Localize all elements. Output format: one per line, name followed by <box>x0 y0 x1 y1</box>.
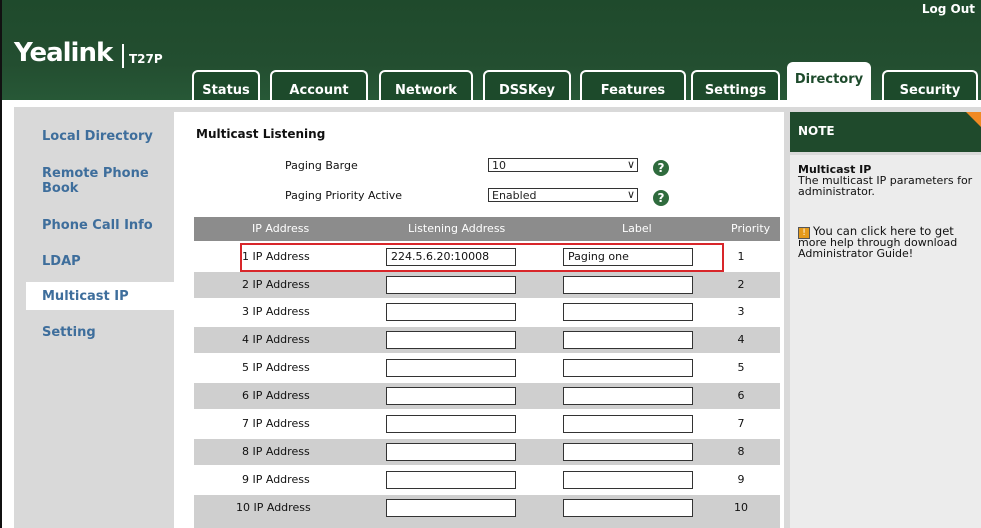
tab-network[interactable]: Network <box>379 70 473 100</box>
chevron-down-icon: ∨ <box>626 158 635 171</box>
label-input[interactable] <box>563 443 693 461</box>
tab-label: DSSKey <box>498 83 556 98</box>
tab-directory[interactable]: Directory <box>787 62 871 100</box>
sidebar-item-multicast-ip[interactable]: Multicast IP <box>26 282 174 310</box>
priority-value: 7 <box>737 417 745 430</box>
priority-value: 9 <box>737 473 745 486</box>
column-header-listening-address: Listening Address <box>408 222 506 235</box>
sidebar-item-local-directory[interactable]: Local Directory <box>42 129 190 144</box>
listening-address-input[interactable] <box>386 303 516 321</box>
table-row: 10 IP Address 10 <box>194 495 780 528</box>
table-row: 5 IP Address 5 <box>194 355 780 381</box>
table-row: 2 IP Address 2 <box>194 272 780 298</box>
column-header-label: Label <box>622 222 652 235</box>
tab-features[interactable]: Features <box>580 70 686 100</box>
label-input[interactable] <box>563 303 693 321</box>
tab-label: Directory <box>794 72 864 87</box>
row-label: 3 IP Address <box>242 305 310 318</box>
priority-value: 2 <box>737 278 745 291</box>
column-header-priority: Priority <box>731 222 771 235</box>
help-icon[interactable]: ? <box>653 160 669 176</box>
table-row: 7 IP Address 7 <box>194 411 780 437</box>
sidebar-item-setting[interactable]: Setting <box>42 325 190 340</box>
chevron-down-icon: ∨ <box>626 188 635 201</box>
priority-value: 10 <box>734 501 748 514</box>
help-text[interactable]: Administrator Guide! <box>798 248 913 259</box>
note-body <box>790 155 981 528</box>
note-title: NOTE <box>798 124 835 138</box>
priority-value: 5 <box>737 361 745 374</box>
tab-dsskey[interactable]: DSSKey <box>483 70 571 100</box>
row-label: 2 IP Address <box>242 278 310 291</box>
paging-barge-label: Paging Barge <box>285 159 358 172</box>
tab-status[interactable]: Status <box>192 70 260 100</box>
listening-address-input[interactable] <box>386 499 516 517</box>
priority-value: 8 <box>737 445 745 458</box>
tab-account[interactable]: Account <box>270 70 368 100</box>
label-input[interactable] <box>563 276 693 294</box>
table-row: 4 IP Address 4 <box>194 327 780 353</box>
listening-address-input[interactable] <box>386 471 516 489</box>
listening-address-input[interactable] <box>386 387 516 405</box>
tab-label: Features <box>600 83 666 98</box>
tab-label: Status <box>202 83 250 98</box>
sidebar-item-ldap[interactable]: LDAP <box>42 254 190 269</box>
priority-value: 4 <box>737 333 745 346</box>
listening-address-input[interactable] <box>386 359 516 377</box>
row-label: 5 IP Address <box>242 361 310 374</box>
row-label: 6 IP Address <box>242 389 310 402</box>
row-label: 8 IP Address <box>242 445 310 458</box>
priority-value: 1 <box>737 250 745 263</box>
select-value: 10 <box>492 159 506 172</box>
table-row: 3 IP Address 3 <box>194 299 780 325</box>
row-label: 10 IP Address <box>236 501 311 514</box>
priority-value: 3 <box>737 305 745 318</box>
section-title: Multicast Listening <box>196 127 326 141</box>
browser-frame: Yealink T27P Log Out Status Account Netw… <box>0 0 981 528</box>
paging-barge-select[interactable]: 10 ∨ <box>488 158 638 172</box>
tab-security[interactable]: Security <box>882 70 978 100</box>
label-input[interactable] <box>563 471 693 489</box>
tabbar-divider <box>2 100 981 107</box>
table-row: 9 IP Address 9 <box>194 467 780 493</box>
listening-address-input[interactable] <box>386 415 516 433</box>
column-header-ip-address: IP Address <box>252 222 310 235</box>
label-input[interactable] <box>563 415 693 433</box>
tab-label: Account <box>289 83 349 98</box>
row-label: 4 IP Address <box>242 333 310 346</box>
tab-label: Network <box>395 83 457 98</box>
listening-address-input[interactable] <box>386 443 516 461</box>
model-label: T27P <box>129 52 163 66</box>
table-row: 6 IP Address 6 <box>194 383 780 409</box>
label-input[interactable] <box>563 359 693 377</box>
paging-priority-select[interactable]: Enabled ∨ <box>488 188 638 202</box>
listening-address-input[interactable] <box>386 331 516 349</box>
table-header: IP Address Listening Address Label Prior… <box>194 217 780 241</box>
sidebar-item-phone-call-info[interactable]: Phone Call Info <box>42 218 190 233</box>
brand-logo: Yealink <box>14 38 113 68</box>
listening-address-input[interactable] <box>386 276 516 294</box>
tab-label: Settings <box>704 83 767 98</box>
label-input[interactable] <box>563 331 693 349</box>
logout-link[interactable]: Log Out <box>922 2 975 16</box>
label-input[interactable] <box>563 387 693 405</box>
sidebar-item-remote-phone-book[interactable]: Remote Phone Book <box>42 166 162 196</box>
tab-label: Security <box>899 83 961 98</box>
label-input[interactable] <box>563 499 693 517</box>
table-row: 8 IP Address 8 <box>194 439 780 465</box>
priority-value: 6 <box>737 389 745 402</box>
help-icon[interactable]: ? <box>653 190 669 206</box>
tab-settings[interactable]: Settings <box>691 70 780 100</box>
note-corner-fold <box>966 112 981 128</box>
paging-priority-label: Paging Priority Active <box>285 189 403 202</box>
logo-separator <box>122 44 124 68</box>
sidebar-item-label: Multicast IP <box>42 289 129 304</box>
note-text: administrator. <box>798 185 875 198</box>
row-label: 7 IP Address <box>242 417 310 430</box>
row-label: 9 IP Address <box>242 473 310 486</box>
select-value: Enabled <box>492 189 537 202</box>
highlight-box <box>240 243 724 272</box>
